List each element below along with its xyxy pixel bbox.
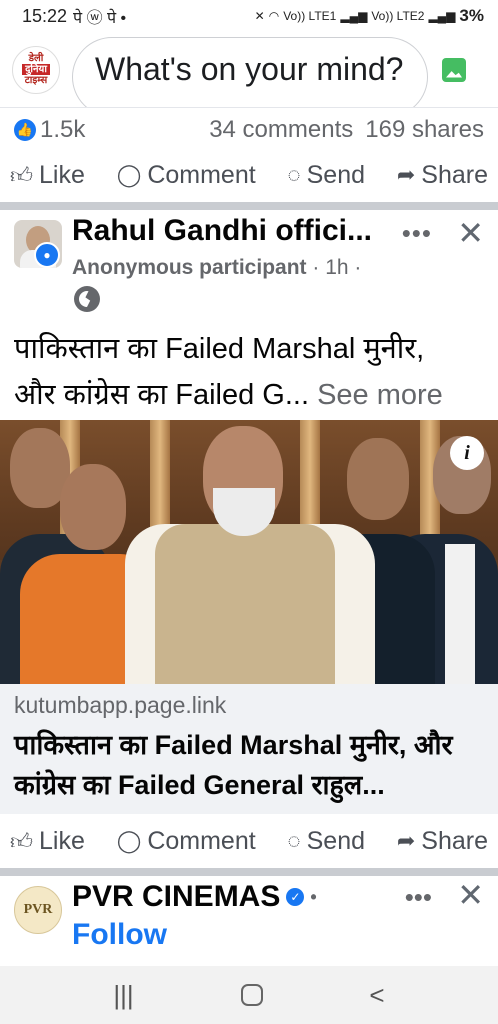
status-bar: 15:22 पे ⓦ पे • ✕ ◠ Vo)) LTE1 ▂▄▆ Vo)) L… [0, 0, 498, 32]
link-title: पाकिस्तान का Failed Marshal मुनीर, और का… [14, 730, 453, 800]
verified-badge-icon: ✓ [286, 888, 305, 906]
share-label: Share [421, 826, 488, 855]
comment-button[interactable]: ◯ Comment [117, 827, 256, 856]
comment-icon: ◯ [116, 828, 142, 853]
reaction-count[interactable]: 1.5k [40, 116, 85, 144]
post-author-name[interactable]: Rahul Gandhi offici... [72, 214, 392, 248]
pvr-avatar[interactable]: PVR [14, 886, 62, 934]
post-text: पाकिस्तान का Failed Marshal मुनीर, और का… [14, 326, 492, 418]
share-button[interactable]: ➦ Share [397, 827, 488, 856]
post-header: ● Rahul Gandhi offici... Anonymous parti… [0, 212, 498, 316]
close-icon[interactable]: ✕ [457, 876, 484, 914]
globe-icon [74, 286, 100, 312]
wifi-icon: ◠ [268, 9, 280, 23]
status-notifications: पे ⓦ पे • [73, 10, 127, 27]
dot-separator: • [310, 886, 317, 907]
post-text-line: पाकिस्तान का Failed Marshal मुनीर, [14, 333, 425, 365]
post-text-line: और कांग्रेस का Failed G... [14, 379, 309, 411]
post-image[interactable]: i [0, 420, 498, 684]
recents-button[interactable]: ||| [113, 980, 133, 1011]
send-label: Send [306, 826, 365, 855]
link-domain: kutumbapp.page.link [14, 692, 227, 718]
like-button[interactable]: 👍︎ Like [10, 161, 85, 190]
next-post-author-name: PVR CINEMAS [72, 880, 281, 913]
home-button[interactable] [240, 984, 263, 1006]
whats-on-your-mind-input[interactable]: What's on your mind? [72, 36, 428, 107]
close-icon[interactable]: ✕ [457, 214, 484, 252]
status-time: 15:22 [22, 5, 68, 26]
comments-count[interactable]: 34 comments [209, 116, 353, 144]
like-button[interactable]: 👍︎ Like [10, 827, 85, 856]
more-options-icon[interactable]: ••• [405, 882, 432, 913]
thumbs-up-icon: 👍︎ [10, 162, 33, 188]
comment-label: Comment [147, 160, 256, 189]
shares-count[interactable]: 169 shares [365, 116, 484, 144]
reactions-summary: 👍 1.5k 34 comments 169 shares [0, 110, 498, 150]
battery-level: 3% [459, 6, 484, 25]
avatar-logo-text-bottom: टाइम्स [24, 75, 48, 86]
comment-icon: ◯ [116, 162, 142, 187]
post-composer: डेली दुनिया टाइम्स What's on your mind? [0, 32, 498, 108]
post-action-bar: 👍︎ Like ◯ Comment ◌ Send ➦ Share [0, 148, 498, 202]
thumbs-up-icon: 👍︎ [10, 828, 33, 854]
share-icon: ➦ [396, 828, 416, 853]
follow-button[interactable]: Follow [72, 918, 167, 952]
avatar[interactable]: डेली दुनिया टाइम्स [12, 45, 60, 94]
like-reaction-icon: 👍 [14, 119, 36, 141]
signal-icon: ▂▄▆ [340, 9, 368, 23]
post-meta: Anonymous participant · 1h · [72, 256, 361, 280]
share-button[interactable]: ➦ Share [397, 161, 488, 190]
avatar-logo-text-mid: दुनिया [22, 64, 50, 75]
like-label: Like [39, 160, 85, 189]
more-options-icon[interactable]: ••• [402, 218, 432, 249]
post-action-bar: 👍︎ Like ◯ Comment ◌ Send ➦ Share [0, 814, 498, 868]
signal-icon-2: ▂▄▆ [428, 9, 456, 23]
whatsapp-icon: ◌ [287, 828, 301, 853]
like-label: Like [39, 826, 85, 855]
post-time: · 1h · [306, 256, 362, 279]
mute-icon: ✕ [254, 9, 265, 23]
share-icon: ➦ [396, 162, 416, 187]
anonymous-badge-icon: ● [34, 242, 60, 268]
comment-button[interactable]: ◯ Comment [117, 161, 256, 190]
send-button[interactable]: ◌ Send [288, 161, 365, 190]
comment-label: Comment [147, 826, 256, 855]
see-more-link[interactable]: See more [317, 379, 443, 411]
share-label: Share [421, 160, 488, 189]
avatar-logo-text: डेली [28, 53, 44, 64]
feed-separator [0, 202, 498, 210]
network-lte2: Vo)) LTE2 [371, 9, 425, 23]
info-icon[interactable]: i [450, 436, 484, 470]
next-post-author[interactable]: PVR CINEMAS ✓ • [72, 880, 317, 914]
photo-icon[interactable] [442, 57, 466, 82]
send-label: Send [306, 160, 365, 189]
feed-separator [0, 868, 498, 876]
whatsapp-icon: ◌ [287, 162, 301, 187]
system-nav-bar: ||| < [0, 966, 498, 1024]
back-button[interactable]: < [369, 980, 384, 1011]
send-button[interactable]: ◌ Send [288, 827, 365, 856]
network-lte1: Vo)) LTE1 [283, 9, 337, 23]
link-preview[interactable]: kutumbapp.page.link पाकिस्तान का Failed … [0, 684, 498, 814]
participant-label: Anonymous participant [72, 256, 307, 279]
